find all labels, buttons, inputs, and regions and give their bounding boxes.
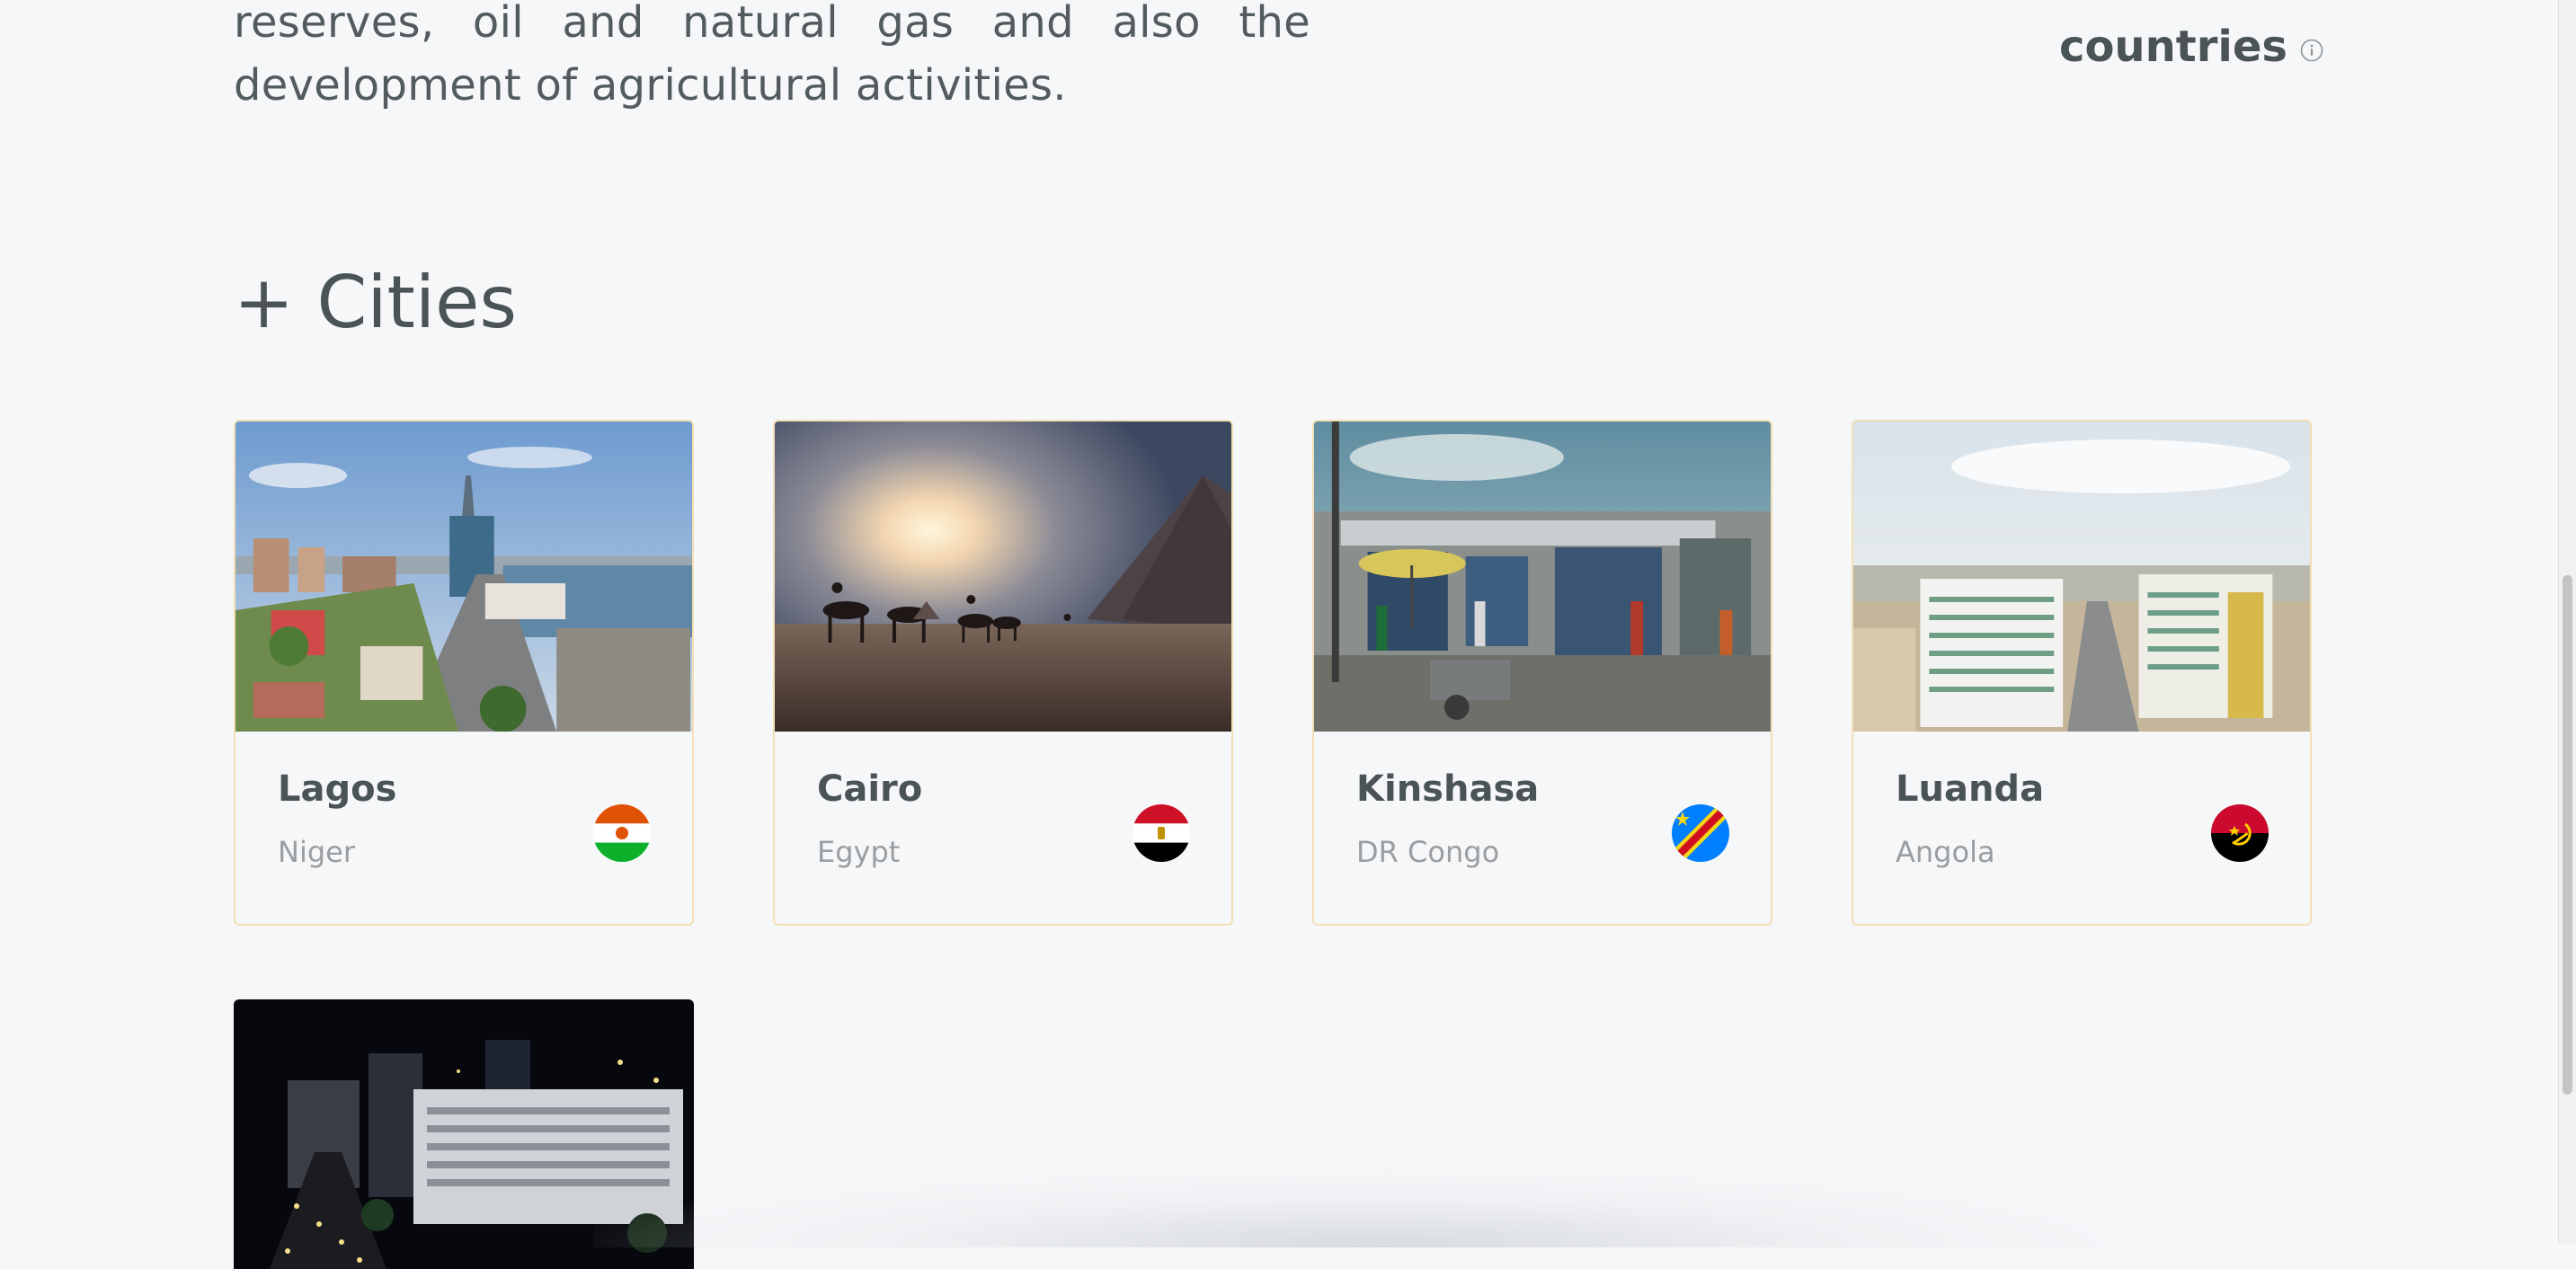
city-photo-kinshasa <box>1314 422 1771 732</box>
dr-congo-flag-icon <box>1672 804 1729 862</box>
city-country: Angola <box>1896 835 1995 869</box>
niger-flag-icon <box>593 804 651 862</box>
city-country: Niger <box>278 835 355 869</box>
countries-stat: countries <box>2059 22 2323 72</box>
cities-section-title: + Cities <box>234 261 518 344</box>
city-photo-cairo <box>775 422 1231 732</box>
countries-label: countries <box>2059 22 2287 72</box>
city-name: Kinshasa <box>1356 768 1540 810</box>
city-photo-luanda <box>1853 422 2310 732</box>
city-country: DR Congo <box>1356 835 1500 869</box>
city-card-partial[interactable] <box>234 999 694 1269</box>
scrollbar-thumb[interactable] <box>2563 575 2572 1095</box>
angola-flag-icon <box>2211 804 2269 862</box>
city-name: Cairo <box>817 768 923 810</box>
city-card-cairo[interactable]: Cairo Egypt <box>773 420 1233 926</box>
info-icon[interactable] <box>2300 39 2323 62</box>
bottom-fade-shadow <box>593 1167 2148 1247</box>
city-card-lagos[interactable]: Lagos Niger <box>234 420 694 926</box>
city-country: Egypt <box>817 835 901 869</box>
city-card-kinshasa[interactable]: Kinshasa DR Congo <box>1312 420 1772 926</box>
city-card-luanda[interactable]: Luanda Angola <box>1852 420 2312 926</box>
city-photo-lagos <box>235 422 692 732</box>
city-name: Lagos <box>278 768 397 810</box>
egypt-flag-icon <box>1133 804 1190 862</box>
intro-paragraph: reserves, oil and natural gas and also t… <box>234 0 1310 111</box>
city-name: Luanda <box>1896 768 2045 810</box>
